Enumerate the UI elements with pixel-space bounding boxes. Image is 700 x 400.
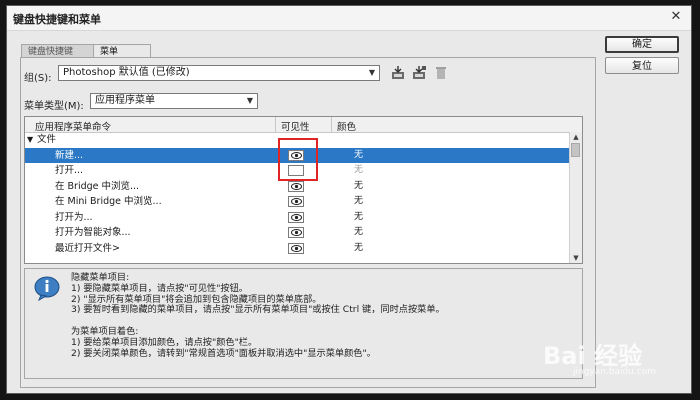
table-header: 应用程序菜单命令 可见性 颜色	[25, 117, 582, 133]
group-select-value: Photoshop 默认值 (已修改)	[63, 67, 190, 78]
table-row[interactable]: 最近打开文件> 无	[25, 241, 570, 257]
menu-type-label: 菜单类型(M):	[24, 101, 84, 112]
table-row[interactable]: 在 Mini Bridge 中浏览... 无	[25, 194, 570, 210]
baidu-watermark: Bai 经验 jingyan.baidu.com	[543, 336, 656, 377]
menu-item-name: 打开...	[55, 165, 84, 176]
info-line: 1) 要给菜单项目添加颜色，请点按"颜色"栏。	[71, 336, 258, 348]
menu-item-color[interactable]: 无	[354, 148, 363, 164]
column-header-command: 应用程序菜单命令	[35, 122, 112, 133]
tab-keyboard-shortcuts[interactable]: 键盘快捷键	[21, 44, 95, 58]
menu-item-name: 在 Bridge 中浏览...	[55, 180, 140, 192]
save-set-icon[interactable]	[391, 66, 405, 80]
watermark-url: jingyan.baidu.com	[573, 367, 657, 377]
info-text: 隐藏菜单项目: 1) 要隐藏菜单项目，请点按"可见性"按钮。 2) "显示所有菜…	[71, 272, 445, 359]
column-divider	[331, 117, 332, 132]
save-as-set-icon[interactable]	[412, 66, 426, 80]
scroll-thumb[interactable]	[571, 143, 580, 157]
info-box: 隐藏菜单项目: 1) 要隐藏菜单项目，请点按"可见性"按钮。 2) "显示所有菜…	[24, 268, 583, 379]
visibility-toggle[interactable]	[288, 242, 304, 254]
scroll-up-icon[interactable]: ▲	[570, 132, 582, 142]
vertical-scrollbar[interactable]: ▲ ▼	[569, 132, 582, 263]
menu-item-color[interactable]: 无	[354, 179, 363, 195]
visibility-toggle[interactable]	[288, 211, 304, 223]
menu-item-color[interactable]: 无	[354, 210, 363, 226]
eye-icon	[291, 198, 302, 205]
visibility-toggle[interactable]	[288, 196, 304, 207]
menu-item-name: 在 Mini Bridge 中浏览...	[55, 196, 162, 207]
chevron-down-icon: ▼	[368, 68, 375, 77]
close-icon[interactable]: ✕	[667, 8, 685, 26]
watermark-text: Bai 经验	[543, 342, 643, 370]
expand-triangle-icon[interactable]: ▼	[27, 132, 33, 148]
eye-icon	[291, 213, 302, 221]
keyboard-shortcuts-dialog: 键盘快捷键和菜单 ✕ 确定 复位 键盘快捷键 菜单 组(S): Photosho…	[6, 5, 692, 394]
menu-item-name: 文件	[37, 134, 57, 145]
eye-icon	[291, 182, 302, 190]
group-label: 组(S):	[24, 73, 52, 84]
menu-item-color[interactable]: 无	[354, 194, 363, 210]
info-line: 3) 要暂时看到隐藏的菜单项目，请点按"显示所有菜单项目"或按住 Ctrl 键，…	[71, 304, 445, 316]
menu-type-select[interactable]: 应用程序菜单 ▼	[90, 93, 258, 109]
menu-item-color[interactable]: 无	[354, 241, 363, 257]
menu-item-name: 打开为智能对象...	[55, 227, 131, 238]
group-select[interactable]: Photoshop 默认值 (已修改) ▼	[58, 65, 380, 81]
column-divider	[275, 117, 276, 132]
delete-set-icon[interactable]	[435, 66, 449, 80]
annotation-highlight-box	[278, 138, 318, 181]
tab-menus[interactable]: 菜单	[93, 44, 151, 58]
column-header-visibility[interactable]: 可见性	[281, 119, 310, 133]
menu-item-name: 最近打开文件>	[55, 242, 120, 254]
menu-type-select-value: 应用程序菜单	[95, 95, 155, 106]
scroll-down-icon[interactable]: ▼	[570, 253, 582, 263]
menu-item-name: 新建...	[55, 149, 84, 161]
eye-icon	[291, 229, 302, 236]
reset-button[interactable]: 复位	[605, 57, 679, 74]
eye-icon	[291, 244, 302, 252]
table-row[interactable]: 打开为... 无	[25, 210, 570, 226]
info-line: 1) 要隐藏菜单项目，请点按"可见性"按钮。	[71, 282, 248, 294]
column-header-color[interactable]: 颜色	[337, 119, 356, 133]
menu-item-name: 打开为...	[55, 211, 93, 223]
info-icon	[34, 276, 60, 301]
table-row[interactable]: 打开为智能对象... 无	[25, 225, 570, 241]
visibility-toggle[interactable]	[288, 180, 304, 192]
info-line: 2) 要关闭菜单颜色，请转到"常规首选项"面板并取消选中"显示菜单颜色"。	[71, 347, 376, 359]
ok-button[interactable]: 确定	[605, 36, 679, 53]
menu-item-color[interactable]: 无	[354, 225, 363, 241]
visibility-toggle[interactable]	[288, 227, 304, 238]
window-title: 键盘快捷键和菜单	[13, 13, 101, 26]
title-bar: 键盘快捷键和菜单 ✕	[7, 6, 691, 31]
chevron-down-icon: ▼	[246, 96, 253, 105]
menu-item-color[interactable]: 无	[354, 163, 363, 179]
